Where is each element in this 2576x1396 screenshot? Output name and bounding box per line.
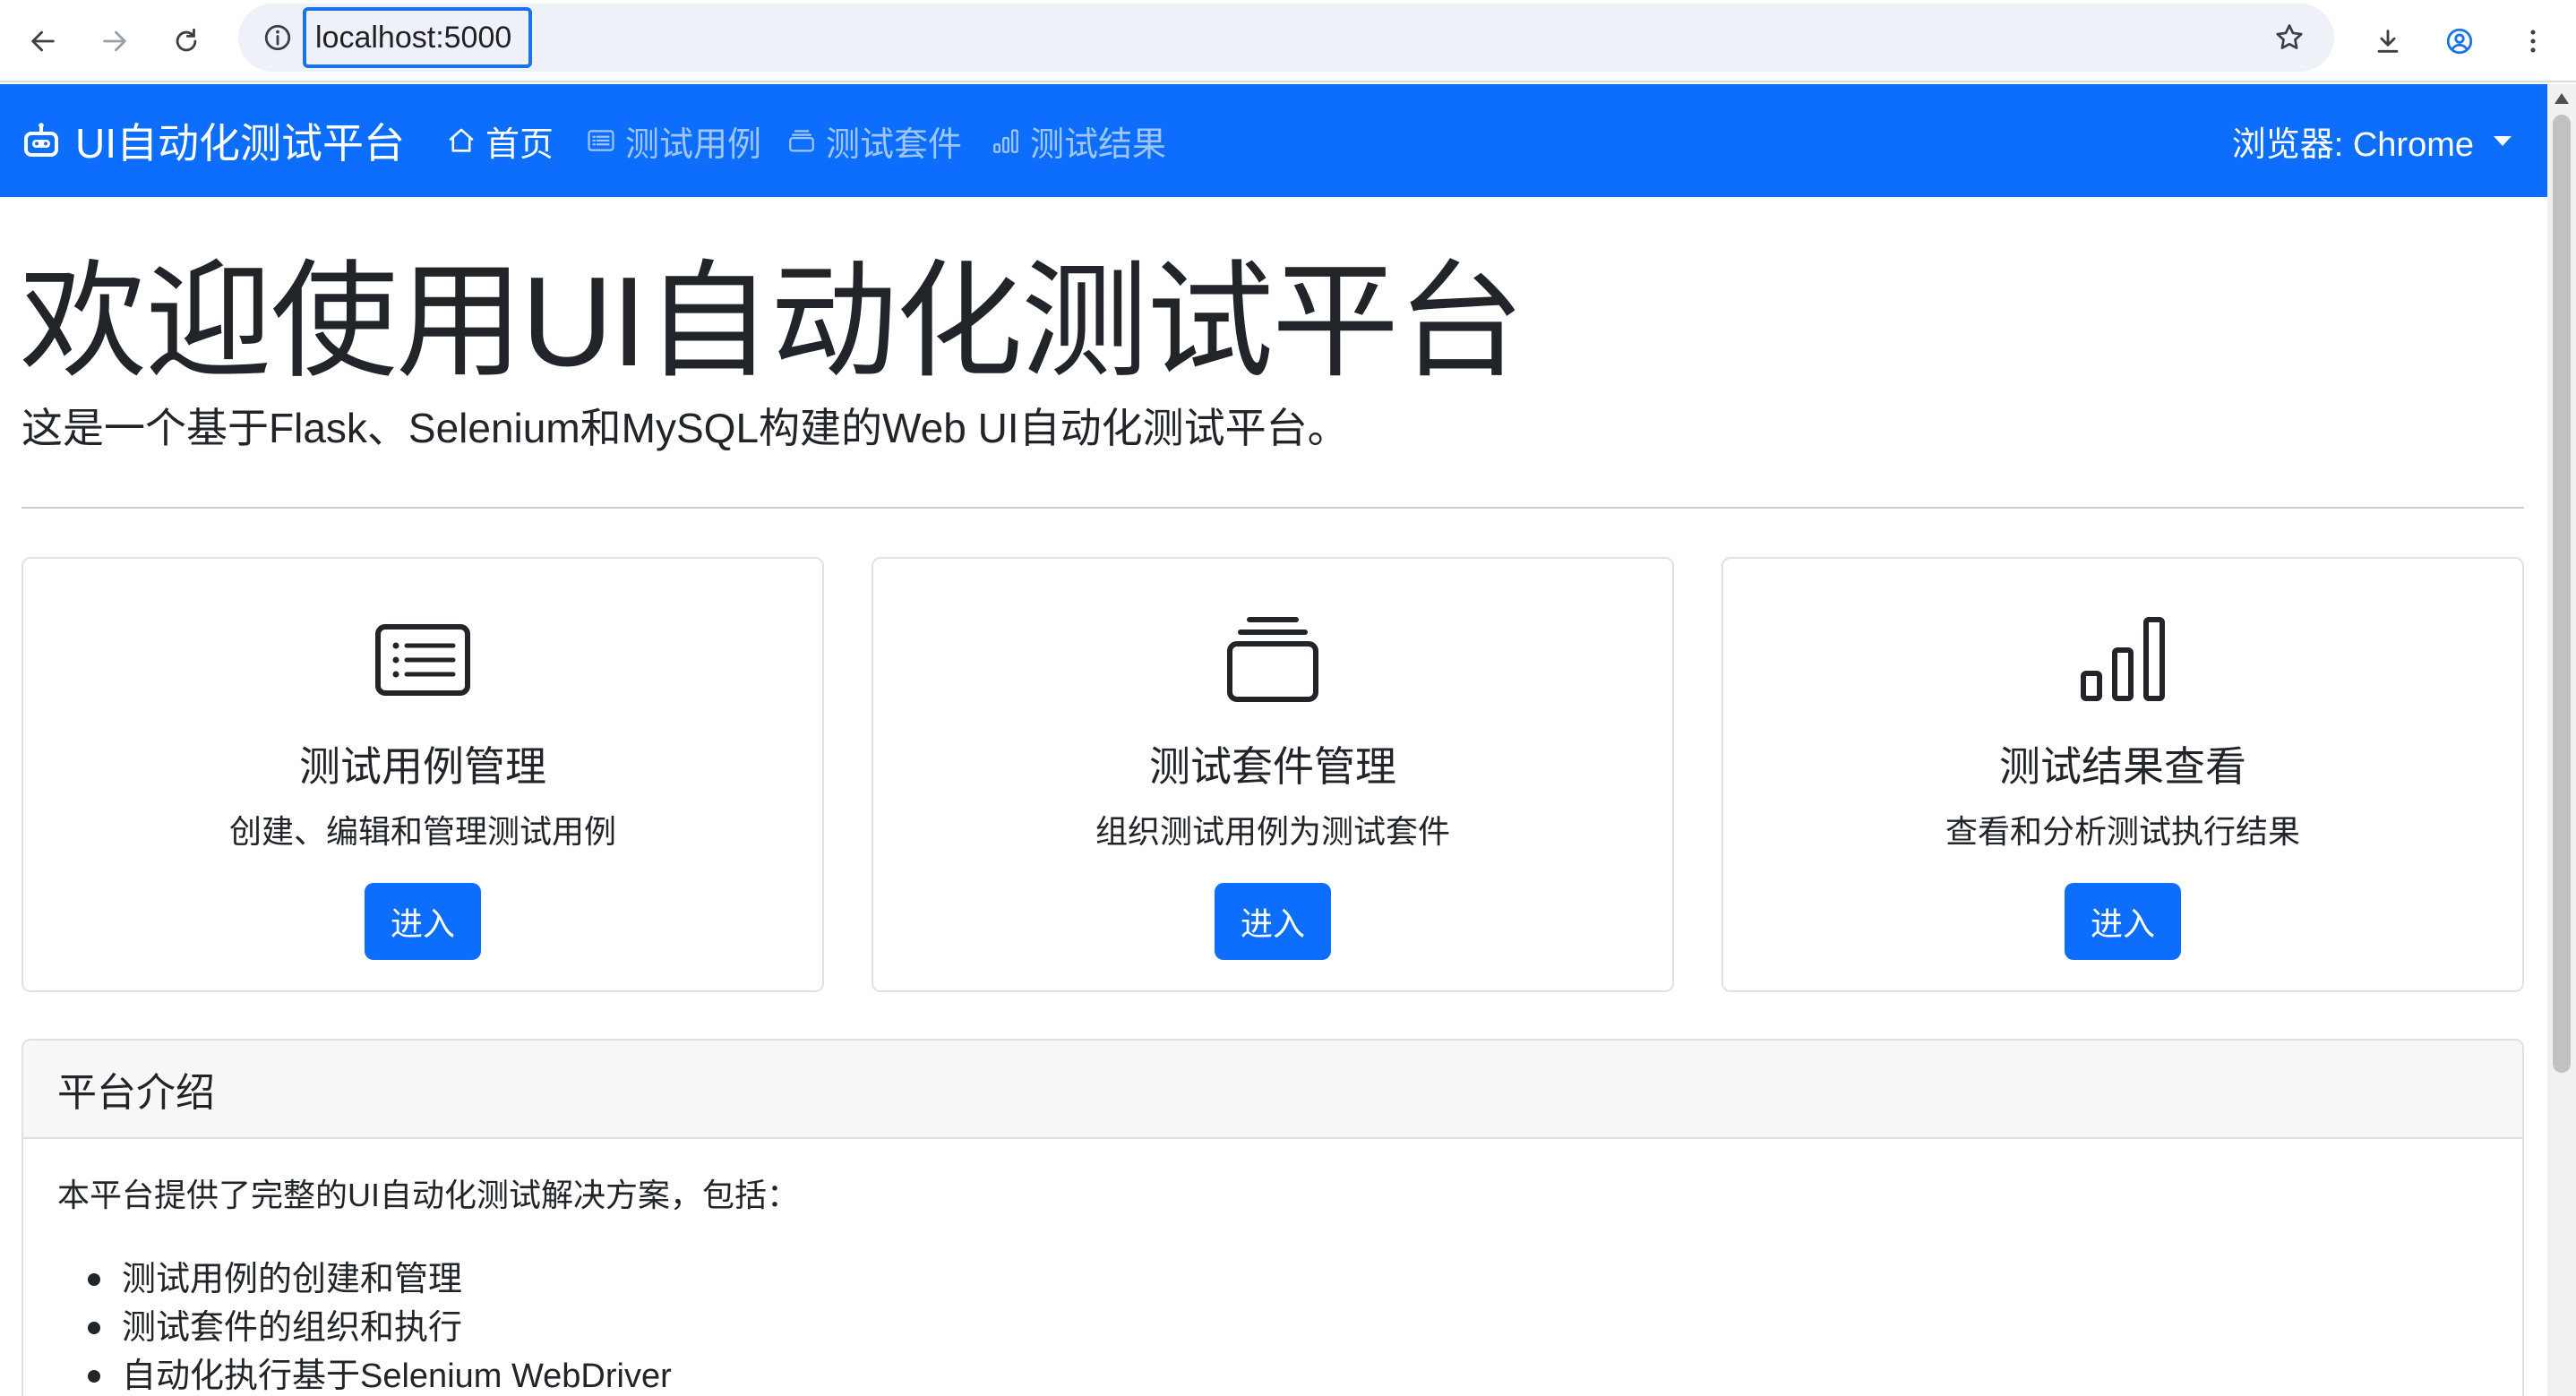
browser-select-label: 浏览器: Chrome bbox=[2231, 125, 2474, 164]
nav-test-results-label: 测试结果 bbox=[1030, 125, 1167, 164]
collection-icon bbox=[789, 130, 814, 152]
download-icon bbox=[2377, 30, 2399, 53]
list-icon bbox=[375, 624, 470, 696]
card-test-cases: 测试用例管理 创建、编辑和管理测试用例 进入 bbox=[21, 557, 824, 992]
nav-test-cases-label: 测试用例 bbox=[625, 125, 762, 164]
enter-test-results-button[interactable]: 进入 bbox=[2065, 883, 2181, 960]
enter-test-suites-button[interactable]: 进入 bbox=[1215, 883, 1331, 960]
profile-icon bbox=[2446, 28, 2473, 55]
nav-home-label: 首页 bbox=[485, 125, 554, 164]
profile-button[interactable] bbox=[2431, 13, 2488, 70]
arrow-left-icon bbox=[31, 30, 55, 52]
top-navbar: UI自动化测试平台 首页 测试用例 测试套件 测试结果 浏览器: Chrome bbox=[0, 84, 2547, 197]
collection-icon bbox=[1227, 617, 1318, 702]
address-bar[interactable]: localhost:5000 bbox=[238, 4, 2334, 72]
caret-down-icon bbox=[2494, 135, 2512, 146]
bookmark-star-icon[interactable] bbox=[2270, 18, 2309, 57]
forward-button[interactable] bbox=[86, 13, 143, 70]
card-title: 测试用例管理 bbox=[299, 743, 546, 790]
navbar-brand[interactable]: UI自动化测试平台 bbox=[20, 84, 405, 197]
intro-body: 本平台提供了完整的UI自动化测试解决方案，包括： 测试用例的创建和管理 测试套件… bbox=[23, 1173, 2522, 1396]
kebab-menu-icon bbox=[2530, 30, 2536, 53]
enter-test-cases-button[interactable]: 进入 bbox=[365, 883, 481, 960]
intro-feature-list: 测试用例的创建和管理 测试套件的组织和执行 自动化执行基于Selenium We… bbox=[57, 1255, 2488, 1396]
card-test-results: 测试结果查看 查看和分析测试执行结果 进入 bbox=[1722, 557, 2524, 992]
url-input[interactable]: localhost:5000 bbox=[303, 7, 532, 68]
downloads-button[interactable] bbox=[2359, 13, 2417, 70]
nav-home[interactable]: 首页 bbox=[446, 84, 554, 197]
robot-icon bbox=[24, 123, 58, 157]
arrow-right-icon bbox=[103, 30, 126, 52]
nav-test-results[interactable]: 测试结果 bbox=[991, 84, 1166, 197]
bar-chart-icon bbox=[2081, 617, 2165, 701]
browser-menu-button[interactable] bbox=[2504, 13, 2562, 70]
back-button[interactable] bbox=[14, 13, 72, 70]
list-item: 自动化执行基于Selenium WebDriver bbox=[88, 1352, 2488, 1396]
brand-label: UI自动化测试平台 bbox=[75, 120, 405, 167]
house-icon bbox=[449, 128, 474, 152]
browser-select-dropdown[interactable]: 浏览器: Chrome bbox=[2232, 84, 2512, 197]
reload-icon bbox=[176, 28, 197, 52]
bar-chart-icon bbox=[993, 129, 1018, 153]
page-lead: 这是一个基于Flask、Selenium和MySQL构建的Web UI自动化测试… bbox=[21, 405, 1349, 451]
nav-test-suites[interactable]: 测试套件 bbox=[786, 84, 962, 197]
card-title: 测试结果查看 bbox=[1999, 743, 2246, 790]
list-item: 测试套件的组织和执行 bbox=[88, 1304, 2488, 1352]
card-title: 测试套件管理 bbox=[1149, 743, 1396, 790]
platform-intro-card: 平台介绍 本平台提供了完整的UI自动化测试解决方案，包括： 测试用例的创建和管理… bbox=[21, 1039, 2524, 1396]
browser-toolbar: localhost:5000 bbox=[0, 0, 2576, 82]
nav-test-suites-label: 测试套件 bbox=[826, 125, 963, 164]
scroll-up-arrow-icon[interactable] bbox=[2555, 93, 2569, 104]
page-title: 欢迎使用UI自动化测试平台 bbox=[20, 251, 1524, 393]
intro-text: 本平台提供了完整的UI自动化测试解决方案，包括： bbox=[57, 1177, 800, 1213]
divider bbox=[21, 507, 2524, 509]
card-text: 查看和分析测试执行结果 bbox=[1945, 813, 2300, 850]
intro-header: 平台介绍 bbox=[23, 1041, 2522, 1139]
scroll-thumb[interactable] bbox=[2553, 115, 2571, 1073]
card-test-suites: 测试套件管理 组织测试用例为测试套件 进入 bbox=[872, 557, 1674, 992]
site-info-icon[interactable] bbox=[258, 18, 297, 57]
nav-test-cases[interactable]: 测试用例 bbox=[586, 84, 761, 197]
list-item: 测试用例的创建和管理 bbox=[88, 1255, 2488, 1304]
page-scrollbar[interactable] bbox=[2547, 84, 2576, 1396]
list-icon bbox=[588, 130, 614, 151]
card-text: 组织测试用例为测试套件 bbox=[1095, 813, 1450, 850]
reload-button[interactable] bbox=[158, 13, 215, 70]
card-text: 创建、编辑和管理测试用例 bbox=[228, 813, 616, 850]
